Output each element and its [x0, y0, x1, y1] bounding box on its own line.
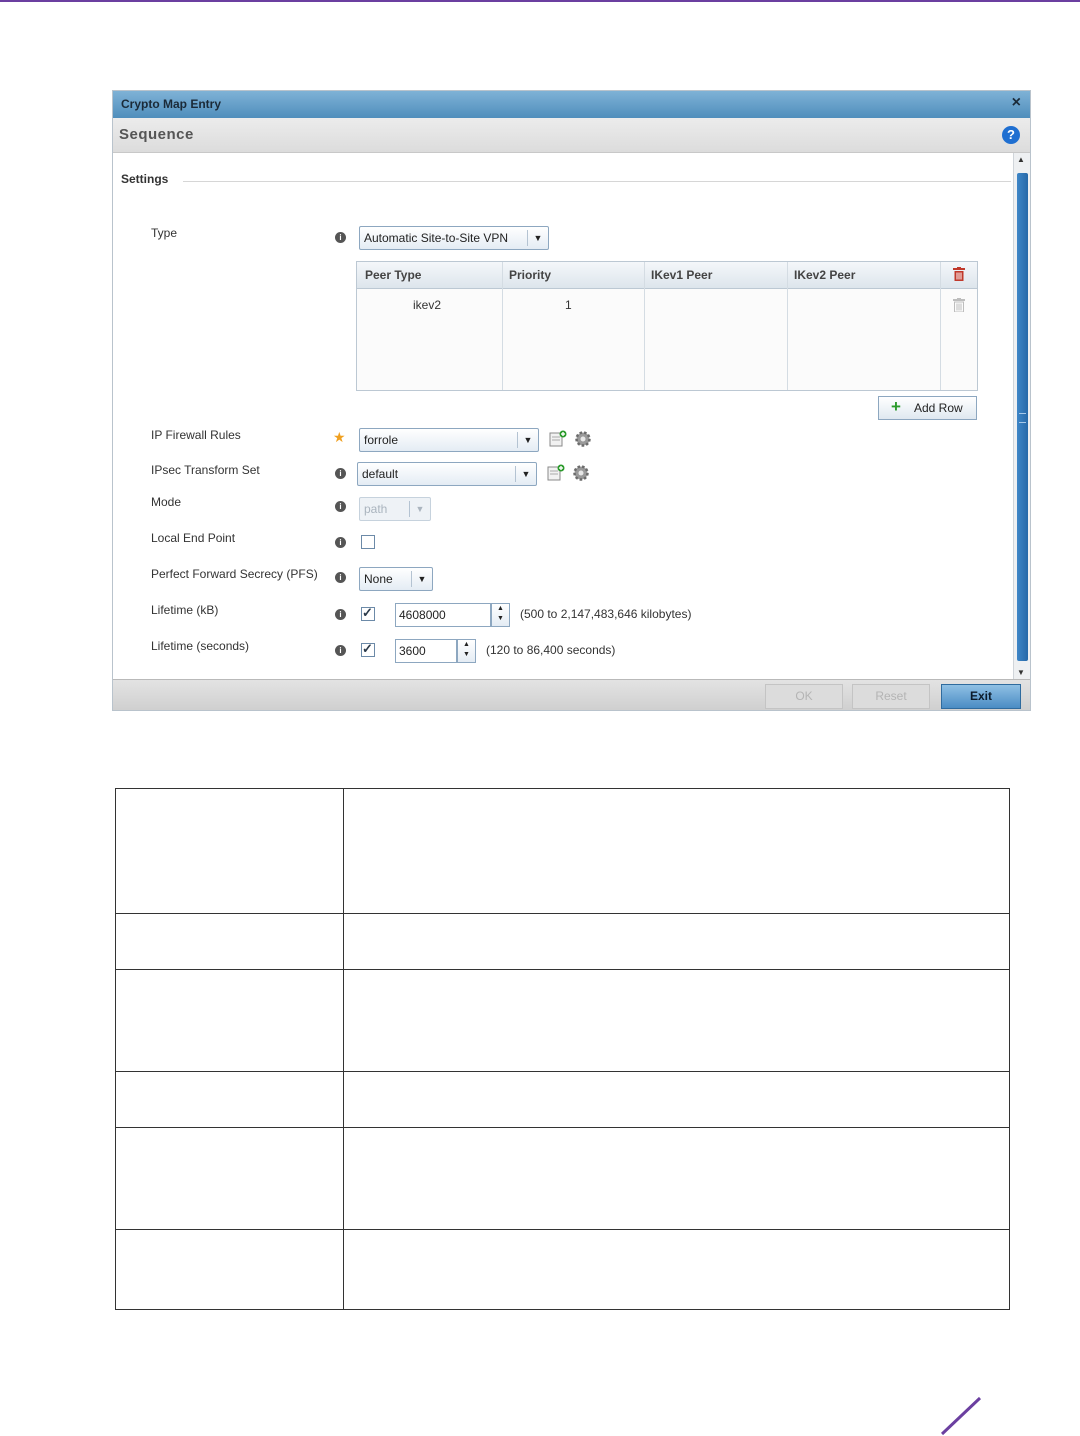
lifetime-kb-checkbox[interactable]	[361, 605, 375, 621]
add-row-button[interactable]: + Add Row	[878, 396, 977, 420]
dialog-footer: OK Reset Exit	[113, 679, 1030, 710]
info-icon: i	[335, 645, 346, 656]
page-top-rule	[0, 0, 1080, 2]
lifetime-seconds-input[interactable]: 3600	[395, 639, 457, 663]
table-row	[116, 789, 1009, 914]
column-divider	[644, 262, 645, 390]
trash-icon[interactable]	[953, 267, 965, 281]
dropdown-arrow-icon: ▼	[517, 432, 538, 448]
lifetime-seconds-checkbox[interactable]	[361, 641, 375, 657]
info-icon: i	[335, 572, 346, 583]
section-header: Sequence ?	[113, 118, 1030, 153]
create-new-icon[interactable]	[547, 464, 565, 482]
pfs-label: Perfect Forward Secrecy (PFS)	[151, 567, 318, 581]
col-peer-type[interactable]: Peer Type	[365, 268, 421, 282]
column-divider	[343, 789, 344, 1309]
table-row	[116, 914, 1009, 970]
dropdown-arrow-icon: ▼	[515, 466, 536, 482]
lifetime-kb-value: 4608000	[399, 608, 446, 622]
mode-label: Mode	[151, 495, 182, 509]
lifetime-kb-label: Lifetime (kB)	[151, 603, 219, 617]
description-table	[115, 788, 1010, 1310]
lifetime-seconds-value: 3600	[399, 644, 426, 658]
row-trash-icon[interactable]	[953, 298, 965, 312]
spinner-arrows-icon[interactable]: ▲ ▼	[491, 603, 510, 627]
info-icon: i	[335, 501, 346, 512]
local-end-point-checkbox[interactable]	[361, 535, 375, 549]
pfs-select-value: None	[364, 572, 393, 586]
peer-table: Peer Type Priority IKev1 Peer IKev2 Peer…	[356, 261, 978, 391]
ip-firewall-rules-label: IP Firewall Rules	[151, 428, 241, 442]
info-icon: i	[335, 537, 346, 548]
dropdown-arrow-icon: ▼	[527, 230, 548, 246]
required-star-icon: ★	[333, 429, 346, 445]
ip-firewall-rules-value: forrole	[364, 433, 399, 447]
cell-peer-type[interactable]: ikev2	[413, 298, 441, 312]
ipsec-transform-set-label: IPsec Transform Set	[151, 463, 260, 477]
scroll-up-icon[interactable]: ▲	[1017, 155, 1025, 164]
info-icon: i	[335, 609, 346, 620]
add-row-label: Add Row	[914, 401, 963, 415]
column-divider	[787, 262, 788, 390]
info-icon: i	[335, 468, 346, 479]
ipsec-transform-set-select[interactable]: default ▼	[357, 462, 537, 486]
table-row	[116, 970, 1009, 1072]
dialog-content: Settings Type i Automatic Site-to-Site V…	[113, 153, 1013, 679]
lifetime-kb-input[interactable]: 4608000	[395, 603, 491, 627]
type-label: Type	[151, 226, 178, 240]
lifetime-seconds-label: Lifetime (seconds)	[151, 639, 250, 653]
ipsec-transform-set-value: default	[362, 467, 399, 481]
info-icon: i	[335, 232, 346, 243]
column-divider	[940, 262, 941, 390]
lifetime-seconds-range: (120 to 86,400 seconds)	[486, 643, 616, 657]
settings-legend: Settings	[121, 172, 175, 186]
reset-button[interactable]: Reset	[852, 684, 930, 709]
mode-select[interactable]: path ▼	[359, 497, 431, 521]
peer-table-header: Peer Type Priority IKev1 Peer IKev2 Peer	[357, 262, 977, 289]
settings-gear-icon[interactable]	[572, 464, 590, 482]
mode-select-value: path	[364, 502, 388, 516]
col-ikev2-peer[interactable]: IKev2 Peer	[794, 268, 855, 282]
dialog-title: Crypto Map Entry	[121, 97, 222, 111]
col-ikev1-peer[interactable]: IKev1 Peer	[651, 268, 712, 282]
help-icon[interactable]: ?	[1002, 126, 1020, 144]
create-new-icon[interactable]	[549, 430, 567, 448]
crypto-map-entry-dialog: Crypto Map Entry × Sequence ? Settings T…	[113, 91, 1030, 710]
dropdown-arrow-icon: ▼	[411, 571, 432, 587]
col-priority[interactable]: Priority	[509, 268, 551, 282]
column-divider	[502, 262, 503, 390]
scroll-down-icon[interactable]: ▼	[1017, 668, 1025, 677]
pfs-select[interactable]: None ▼	[359, 567, 433, 591]
lifetime-kb-range: (500 to 2,147,483,646 kilobytes)	[520, 607, 692, 621]
fieldset-divider	[183, 181, 1011, 182]
ok-button[interactable]: OK	[765, 684, 843, 709]
exit-button[interactable]: Exit	[941, 684, 1021, 709]
ip-firewall-rules-select[interactable]: forrole ▼	[359, 428, 539, 452]
table-row	[116, 1230, 1009, 1309]
dropdown-arrow-icon: ▼	[409, 501, 430, 517]
type-select-value: Automatic Site-to-Site VPN	[364, 231, 509, 245]
table-row	[116, 1072, 1009, 1128]
table-row	[116, 1128, 1009, 1230]
dialog-titlebar: Crypto Map Entry ×	[113, 91, 1030, 118]
plus-icon: +	[891, 397, 901, 416]
vertical-scrollbar[interactable]: ▲ ▼	[1013, 153, 1030, 679]
settings-gear-icon[interactable]	[574, 430, 592, 448]
spinner-arrows-icon[interactable]: ▲ ▼	[457, 639, 476, 663]
close-icon[interactable]: ×	[1012, 94, 1021, 112]
section-title: Sequence	[119, 126, 194, 143]
scrollbar-thumb[interactable]	[1017, 173, 1028, 661]
local-end-point-label: Local End Point	[151, 531, 236, 545]
cell-priority[interactable]: 1	[565, 298, 572, 312]
brand-slash-mark	[940, 1396, 982, 1436]
type-select[interactable]: Automatic Site-to-Site VPN ▼	[359, 226, 549, 250]
